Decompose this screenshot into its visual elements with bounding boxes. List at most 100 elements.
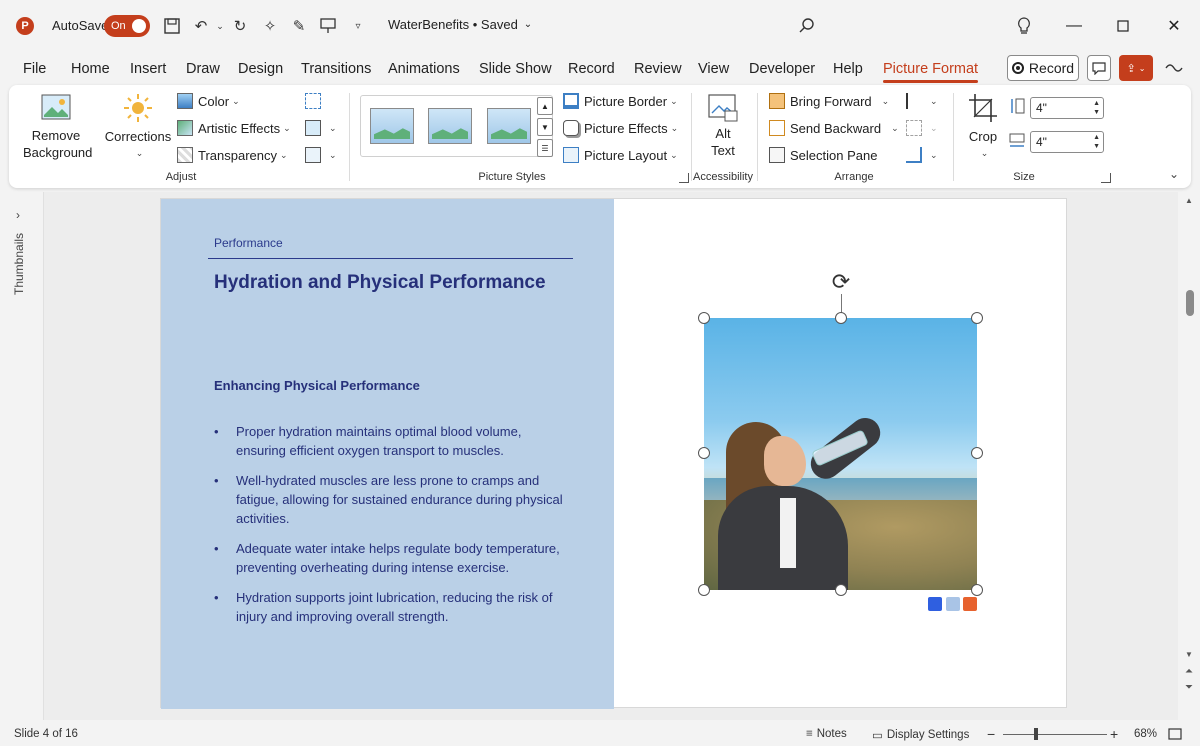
corrections-button[interactable]: Corrections ⌄ [103, 93, 173, 162]
bullet-list[interactable]: Proper hydration maintains optimal blood… [214, 422, 574, 637]
redo-icon[interactable]: ↻ [229, 15, 251, 37]
tab-record[interactable]: Record [568, 61, 615, 77]
resize-handle-bottom[interactable] [835, 584, 847, 596]
scroll-down-icon[interactable]: ▼ [1185, 650, 1193, 659]
gallery-more-icon[interactable]: ☰ [537, 139, 553, 157]
undo-dropdown-icon[interactable]: ⌄ [209, 15, 231, 37]
tab-view[interactable]: View [698, 61, 729, 77]
share-button[interactable]: ⇪ ⌄ [1119, 55, 1153, 81]
tab-animations[interactable]: Animations [388, 61, 460, 77]
notes-button[interactable]: ≡ Notes [806, 728, 847, 740]
vertical-scrollbar[interactable]: ▲ ▼ ⏶ ⏷ [1180, 192, 1200, 720]
bring-forward-button[interactable]: Bring Forward ⌄ [769, 93, 889, 109]
document-title-text: WaterBenefits • Saved [388, 17, 518, 32]
selection-pane-button[interactable]: Selection Pane [769, 147, 877, 163]
send-backward-button[interactable]: Send Backward ⌄ [769, 120, 899, 136]
color-swatch-blue[interactable] [928, 597, 942, 611]
resize-handle-bottom-left[interactable] [698, 584, 710, 596]
previous-slide-icon[interactable]: ⏶ [1185, 666, 1193, 677]
picture-style-option[interactable] [428, 108, 472, 144]
alt-text-button[interactable]: Alt Text [701, 93, 745, 159]
tab-file[interactable]: File [23, 61, 46, 77]
color-swatch-light-blue[interactable] [946, 597, 960, 611]
resize-handle-bottom-right[interactable] [971, 584, 983, 596]
next-slide-icon[interactable]: ⏷ [1185, 682, 1193, 693]
tab-help[interactable]: Help [833, 61, 863, 77]
zoom-slider[interactable] [1003, 734, 1107, 735]
gallery-up-icon[interactable]: ▲ [537, 97, 553, 115]
record-button[interactable]: Record [1007, 55, 1079, 81]
reset-picture-button[interactable]: ⌄ [305, 147, 337, 163]
group-objects-button[interactable]: ⌄ [906, 120, 938, 136]
thumbnails-label[interactable]: Thumbnails [12, 225, 26, 295]
align-button[interactable]: ⌄ [906, 93, 938, 109]
maximize-button[interactable] [1109, 12, 1137, 40]
tab-review[interactable]: Review [634, 61, 682, 77]
designer-icon[interactable] [1163, 58, 1185, 78]
width-input[interactable]: 4" ▲ ▼ [1030, 131, 1104, 153]
tab-home[interactable]: Home [71, 61, 110, 77]
picture-border-button[interactable]: Picture Border ⌄ [563, 93, 678, 109]
comments-button[interactable] [1087, 55, 1111, 81]
search-icon[interactable] [796, 15, 818, 37]
size-launcher-icon[interactable] [1101, 173, 1111, 183]
scroll-up-icon[interactable]: ▲ [1185, 196, 1193, 205]
color-button[interactable]: Color ⌄ [177, 93, 240, 109]
slide-subtitle[interactable]: Enhancing Physical Performance [214, 378, 420, 393]
collapse-ribbon-icon[interactable]: ⌄ [1169, 167, 1179, 181]
transparency-button[interactable]: Transparency ⌄ [177, 147, 288, 163]
picture-layout-button[interactable]: Picture Layout ⌄ [563, 147, 678, 163]
zoom-slider-thumb[interactable] [1034, 728, 1038, 740]
pen-icon[interactable]: ✎ [288, 15, 310, 37]
zoom-out-icon[interactable]: − [987, 726, 995, 742]
tab-insert[interactable]: Insert [130, 61, 166, 77]
display-settings-button[interactable]: ▭ Display Settings [872, 728, 969, 742]
selected-picture-woman-drinking-water[interactable] [704, 318, 977, 590]
picture-styles-launcher-icon[interactable] [679, 173, 689, 183]
scroll-thumb[interactable] [1186, 290, 1194, 316]
rotate-button[interactable]: ⌄ [906, 147, 938, 163]
fit-to-window-icon[interactable] [1168, 728, 1182, 740]
tab-draw[interactable]: Draw [186, 61, 220, 77]
artistic-effects-button[interactable]: Artistic Effects ⌄ [177, 120, 291, 136]
change-picture-button[interactable]: ⌄ [305, 120, 337, 136]
compress-pictures-button[interactable] [305, 93, 326, 109]
zoom-in-icon[interactable]: + [1110, 726, 1118, 742]
document-title[interactable]: WaterBenefits • Saved ⌄ [388, 17, 532, 32]
lightbulb-icon[interactable] [1010, 12, 1038, 40]
crop-button[interactable]: Crop ⌄ [963, 93, 1003, 162]
rotate-handle-icon[interactable]: ⟳ [829, 269, 853, 294]
resize-handle-left[interactable] [698, 447, 710, 459]
color-swatch-orange[interactable] [963, 597, 977, 611]
customize-toolbar-icon[interactable]: ▿ [347, 15, 369, 37]
remove-background-button[interactable]: Remove Background [23, 93, 93, 161]
save-icon[interactable] [161, 15, 183, 37]
slide-title[interactable]: Hydration and Physical Performance [214, 272, 546, 294]
picture-effects-button[interactable]: Picture Effects ⌄ [563, 120, 678, 136]
minimize-button[interactable]: — [1060, 12, 1088, 40]
zoom-level[interactable]: 68% [1134, 728, 1157, 740]
chevron-right-icon[interactable]: › [16, 208, 20, 222]
resize-handle-top[interactable] [835, 312, 847, 324]
close-button[interactable]: ✕ [1160, 12, 1188, 40]
autosave-toggle[interactable]: On [104, 15, 150, 37]
remove-background-label: Remove Background [23, 128, 93, 160]
chevron-down-icon: ⌄ [930, 122, 938, 133]
width-spinner[interactable]: ▲ ▼ [1093, 133, 1100, 151]
present-icon[interactable] [317, 15, 339, 37]
tab-slide-show[interactable]: Slide Show [479, 61, 552, 77]
resize-handle-top-left[interactable] [698, 312, 710, 324]
picture-style-option[interactable] [487, 108, 531, 144]
tab-design[interactable]: Design [238, 61, 283, 77]
tab-transitions[interactable]: Transitions [301, 61, 371, 77]
section-label[interactable]: Performance [214, 236, 283, 250]
tab-developer[interactable]: Developer [749, 61, 815, 77]
resize-handle-right[interactable] [971, 447, 983, 459]
resize-handle-top-right[interactable] [971, 312, 983, 324]
height-spinner[interactable]: ▲ ▼ [1093, 99, 1100, 117]
gallery-down-icon[interactable]: ▼ [537, 118, 553, 136]
picture-style-option[interactable] [370, 108, 414, 144]
magic-wand-icon[interactable]: ✧ [259, 15, 281, 37]
tab-picture-format[interactable]: Picture Format [883, 61, 979, 83]
height-input[interactable]: 4" ▲ ▼ [1030, 97, 1104, 119]
